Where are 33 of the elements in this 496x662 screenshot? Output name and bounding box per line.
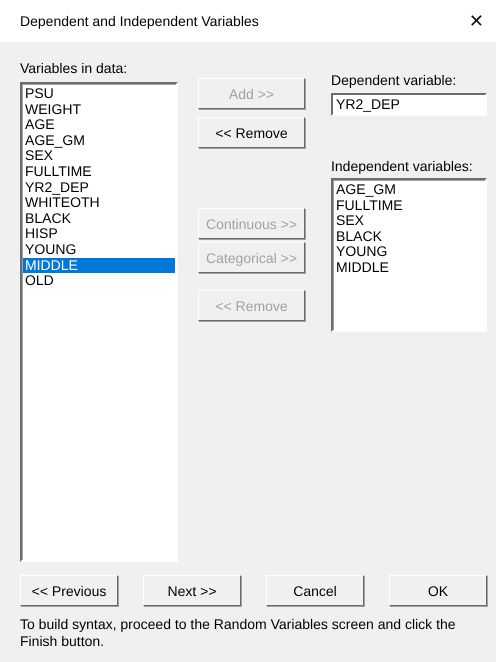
dependent-field[interactable]: YR2_DEP <box>331 93 487 116</box>
window-title: Dependent and Independent Variables <box>20 13 259 29</box>
dependent-label: Dependent variable: <box>331 72 458 88</box>
variable-item[interactable]: YOUNG <box>23 242 175 258</box>
variable-item[interactable]: AGE_GM <box>23 132 175 148</box>
variable-item[interactable]: HISP <box>23 226 175 242</box>
independent-item[interactable]: MIDDLE <box>334 260 484 276</box>
footer-note: To build syntax, proceed to the Random Variables screen and click the Finish button. <box>20 616 457 650</box>
variable-item[interactable]: MIDDLE <box>23 258 175 274</box>
next-button[interactable]: Next >> <box>143 575 241 606</box>
previous-button[interactable]: << Previous <box>20 575 118 606</box>
variable-item[interactable]: PSU <box>23 86 175 102</box>
independent-item[interactable]: FULLTIME <box>334 198 484 214</box>
variable-item[interactable]: FULLTIME <box>23 164 175 180</box>
variable-item[interactable]: OLD <box>23 273 175 289</box>
independent-list[interactable]: AGE_GM FULLTIME SEX BLACK YOUNG MIDDLE <box>331 178 487 332</box>
variable-item[interactable]: WEIGHT <box>23 102 175 118</box>
cancel-button[interactable]: Cancel <box>266 575 364 606</box>
independent-item[interactable]: AGE_GM <box>334 182 484 198</box>
variables-list[interactable]: PSU WEIGHT AGE AGE_GM SEX FULLTIME YR2_DEP WHITEOTH BLACK HISP YOUNG MIDDLE OLD <box>20 82 178 562</box>
variable-item[interactable]: AGE <box>23 117 175 133</box>
remove-button[interactable]: << Remove <box>198 117 305 148</box>
independent-label: Independent variables: <box>331 158 474 174</box>
variable-item[interactable]: SEX <box>23 148 175 164</box>
close-button[interactable]: ✕ <box>462 10 490 32</box>
variable-item[interactable]: WHITEOTH <box>23 195 175 211</box>
independent-item[interactable]: BLACK <box>334 228 484 244</box>
ok-button[interactable]: OK <box>389 575 487 606</box>
variable-item[interactable]: BLACK <box>23 210 175 226</box>
variables-label: Variables in data: <box>20 60 128 76</box>
independent-item[interactable]: SEX <box>334 213 484 229</box>
variable-item[interactable]: YR2_DEP <box>23 180 175 196</box>
independent-item[interactable]: YOUNG <box>334 244 484 260</box>
